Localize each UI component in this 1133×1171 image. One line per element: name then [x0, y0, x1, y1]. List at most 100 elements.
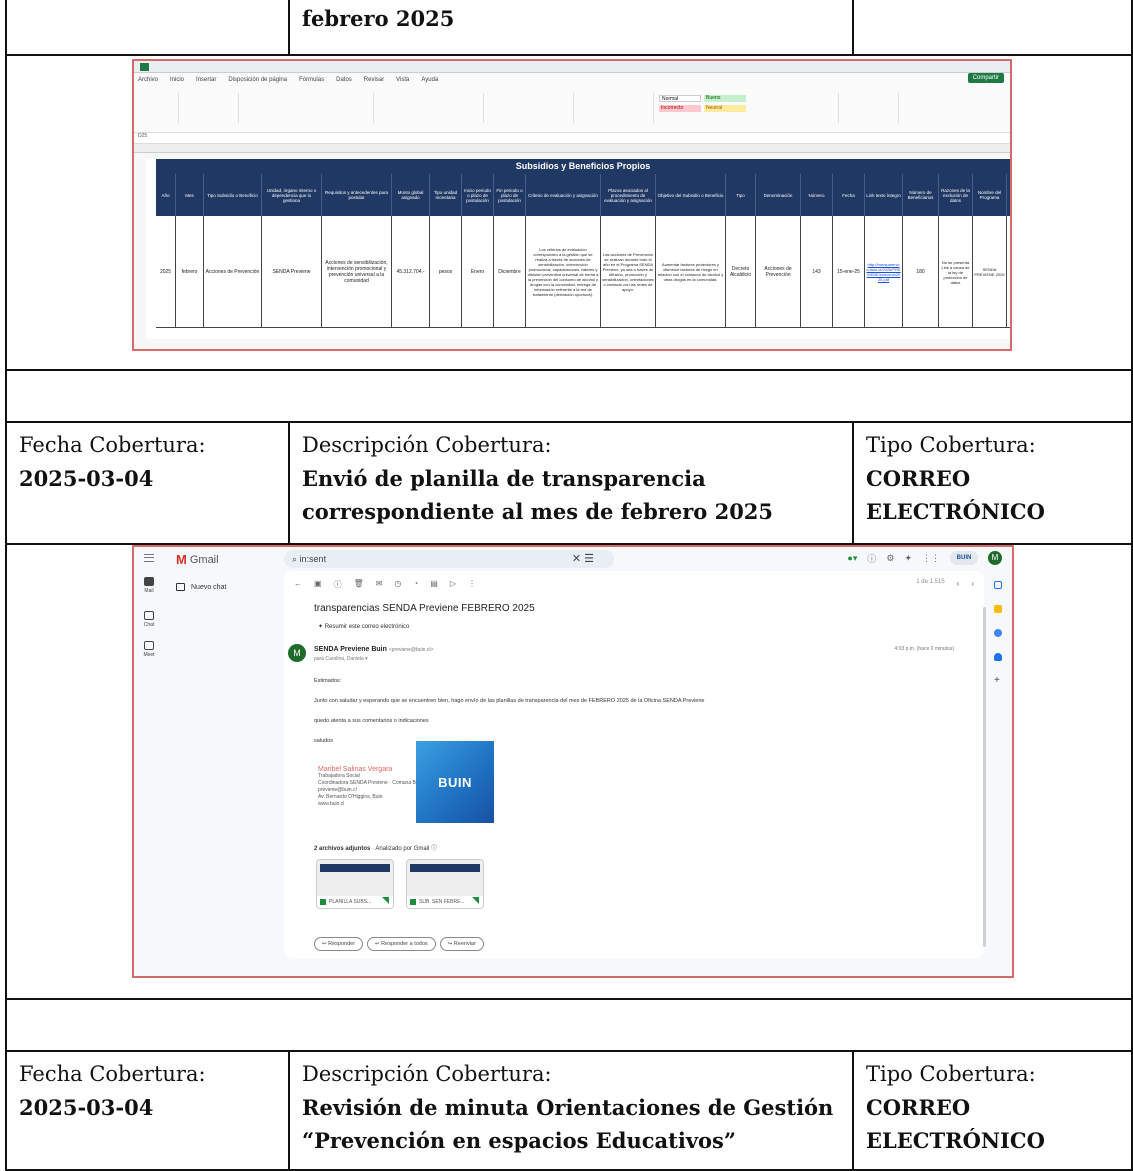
header-cell: Plazos asociados al procedimiento de eva… [601, 174, 656, 216]
signature-line: Coordinadora SENDA Previene · Comuna Bui… [318, 780, 423, 786]
gemini-icon: ✦ [904, 552, 912, 563]
sheet-banner: Subsidios y Beneficios Propios [156, 159, 1010, 174]
ribbon-group [134, 93, 179, 123]
gmail-m-icon: M [176, 552, 187, 567]
evidence-image-row-1: Archivo Inicio Insertar Disposición de p… [5, 56, 1133, 371]
new-chat-label: Nuevo chat [191, 583, 227, 591]
signature-line: previene@buin.cl [318, 787, 357, 793]
sender-avatar: M [288, 644, 306, 662]
header-cell: Mes [176, 174, 204, 216]
fecha-cell: Fecha Cobertura: 2025-03-04 [7, 1052, 290, 1169]
ribbon-group [759, 93, 839, 123]
header-cell: Tipo unidad monetaria [430, 174, 462, 216]
excel-menu-item: Ayuda [421, 77, 439, 83]
move-icon: ▤ [430, 579, 438, 588]
fecha-label: Fecha Cobertura: [19, 1062, 206, 1086]
archive-icon: ▣ [314, 579, 322, 588]
table-row: 2025 febrero Acciones de Prevención SEND… [156, 216, 1010, 328]
coverage-entry-row: Fecha Cobertura: 2025-03-04 Descripción … [5, 1052, 1133, 1171]
back-arrow-icon: ← [294, 579, 302, 588]
header-cell: Objetivo del Subsidio o Beneficio [656, 174, 726, 216]
body-line: Junto con saludar y esperando que se enc… [314, 698, 705, 704]
cell-reference: D25 [138, 133, 148, 139]
table-cell: 143 [801, 216, 833, 328]
reply-all-button: ↩ Responder a todos [367, 937, 436, 951]
header-cell: Requisitos y antecedentes para postular [322, 174, 392, 216]
table-cell: 180 [903, 216, 939, 328]
header-cell: Fin periodo o plazo de postulación [494, 174, 526, 216]
gear-icon: ⚙ [886, 552, 895, 563]
summarize-chip: ✦ Resumir este correo electrónico [318, 624, 410, 630]
gmail-app-name: Gmail [189, 553, 219, 566]
excel-menu-item: Inicio [170, 77, 185, 83]
forward-button: ↪ Reenviar [439, 937, 484, 951]
clear-search-icon: ✕ ☰ [571, 553, 594, 565]
header-cell: Denominación [756, 174, 801, 216]
help-icon: ⓘ [867, 553, 877, 564]
prev-tipo-cell [854, 0, 1131, 54]
table-cell: Acciones de sensibilización, intervenció… [322, 216, 392, 328]
table-cell-link: http://transparencia.buin.cl/2025/PREVIE… [865, 216, 903, 328]
style-bad: Incorrecto [659, 105, 701, 112]
search-icon: ⌕ [292, 554, 300, 564]
avatar: M [988, 551, 1002, 565]
excel-menu-item: Vista [396, 77, 410, 83]
rail-mail: Mail [140, 577, 158, 594]
ribbon-group [839, 93, 899, 123]
mail-icon: ✉ [375, 579, 383, 588]
header-cell: Número [801, 174, 833, 216]
email-subject: transparencias SENDA Previene FEBRERO 20… [314, 603, 535, 614]
excel-menu-item: Disposición de página [228, 77, 288, 83]
ribbon-group [374, 93, 484, 123]
excel-menu-item: Revisar [363, 77, 385, 83]
header-cell: Número de Beneficiarios [903, 174, 939, 216]
header-cell: Año [156, 174, 176, 216]
status-icon: ●▾ [847, 552, 858, 563]
spacer-row [5, 1000, 1133, 1052]
prev-icon: ‹ [956, 579, 960, 588]
header-cell: Fecha [833, 174, 865, 216]
fecha-cell: Fecha Cobertura: 2025-03-04 [7, 423, 290, 543]
pager-text: 1 de 1.515 [916, 579, 945, 585]
excel-title-bar [134, 61, 1010, 73]
prev-desc-tail: febrero 2025 [302, 6, 455, 31]
contacts-icon [994, 653, 1002, 661]
previous-entry-row: febrero 2025 [5, 0, 1133, 56]
fecha-value: 2025-03-04 [19, 466, 154, 491]
mail-icon [144, 577, 154, 586]
task-icon: ◔ [413, 579, 419, 588]
tipo-value: CORREO ELECTRÓNICO [866, 1095, 1045, 1153]
add-icon: + [994, 675, 1000, 686]
table-cell: Diciembre [494, 216, 526, 328]
keep-icon [994, 605, 1002, 613]
hamburger-menu-icon [144, 554, 154, 562]
descripcion-value: Revisión de minuta Orientaciones de Gest… [302, 1095, 834, 1153]
label-icon: ▷ [449, 579, 456, 588]
rail-label: Chat [143, 622, 155, 628]
gmail-screenshot: M Gmail ⌕ in:sent ✕ ☰ ●▾ ⓘ ⚙ ✦ ⋮⋮ BUIN M … [132, 545, 1014, 978]
fecha-label: Fecha Cobertura: [19, 433, 206, 457]
gmail-search-input: ⌕ in:sent ✕ ☰ [284, 550, 614, 568]
fecha-value: 2025-03-04 [19, 1095, 154, 1120]
trash-icon: 🗑 [353, 579, 364, 588]
table-cell: Acciones de Prevención [756, 216, 801, 328]
header-cell: Monto global asignado [392, 174, 430, 216]
calendar-icon [994, 581, 1002, 589]
excel-menu-item: Datos [336, 77, 352, 83]
prev-fecha-cell [7, 0, 290, 54]
header-cell: Nombre del Programa [973, 174, 1007, 216]
gmail-sidebar: Nuevo chat [164, 571, 284, 976]
coverage-report-document: febrero 2025 Archivo Inicio Insertar Dis… [5, 0, 1133, 1171]
ribbon-group [179, 93, 239, 123]
attachment-card: PLANILLA SUBS... [316, 859, 394, 909]
column-headers [134, 144, 1010, 153]
table-header-row: Año Mes Tipo Subsidio o Beneficio Unidad… [156, 174, 1010, 216]
buin-logo: BUIN [416, 741, 494, 823]
sheet-area: Subsidios y Beneficios Propios Año Mes T… [146, 159, 1010, 339]
signature-line: www.buin.cl [318, 801, 345, 807]
header-cell: Tipo Subsidio o Beneficio [204, 174, 262, 216]
evidence-image-row-2: M Gmail ⌕ in:sent ✕ ☰ ●▾ ⓘ ⚙ ✦ ⋮⋮ BUIN M … [5, 545, 1133, 1000]
style-good: Bueno [704, 95, 746, 102]
recipients-line: para Carolina, Daniela ▾ [314, 656, 368, 662]
gmail-logo: M Gmail [176, 552, 219, 567]
